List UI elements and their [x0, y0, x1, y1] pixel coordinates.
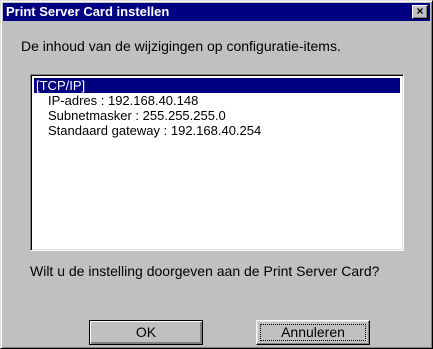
close-icon[interactable]: × — [412, 5, 428, 19]
ok-button-label: OK — [135, 324, 157, 340]
confirmation-question: Wilt u de instelling doorgeven aan de Pr… — [30, 263, 380, 279]
config-listbox[interactable]: [TCP/IP] IP-adres : 192.168.40.148 Subne… — [30, 74, 404, 251]
list-item-label: [TCP/IP] — [36, 78, 86, 93]
window-title: Print Server Card instellen — [6, 4, 170, 19]
focus-ring — [260, 324, 366, 341]
list-item-label: Standaard gateway : 192.168.40.254 — [48, 123, 262, 138]
title-bar[interactable]: Print Server Card instellen × — [3, 3, 430, 21]
list-item-default-gateway[interactable]: Standaard gateway : 192.168.40.254 — [34, 123, 400, 138]
list-item-label: IP-adres : 192.168.40.148 — [48, 93, 199, 108]
list-item-ip-address[interactable]: IP-adres : 192.168.40.148 — [34, 93, 400, 108]
cancel-button[interactable]: Annuleren — [256, 320, 370, 345]
list-item-label: Subnetmasker : 255.255.255.0 — [48, 108, 226, 123]
dialog-window: Print Server Card instellen × De inhoud … — [0, 0, 433, 349]
list-item-subnet-mask[interactable]: Subnetmasker : 255.255.255.0 — [34, 108, 400, 123]
ok-button[interactable]: OK — [89, 320, 203, 345]
list-item-tcpip[interactable]: [TCP/IP] — [34, 78, 400, 93]
description-text: De inhoud van de wijzigingen op configur… — [21, 38, 341, 54]
